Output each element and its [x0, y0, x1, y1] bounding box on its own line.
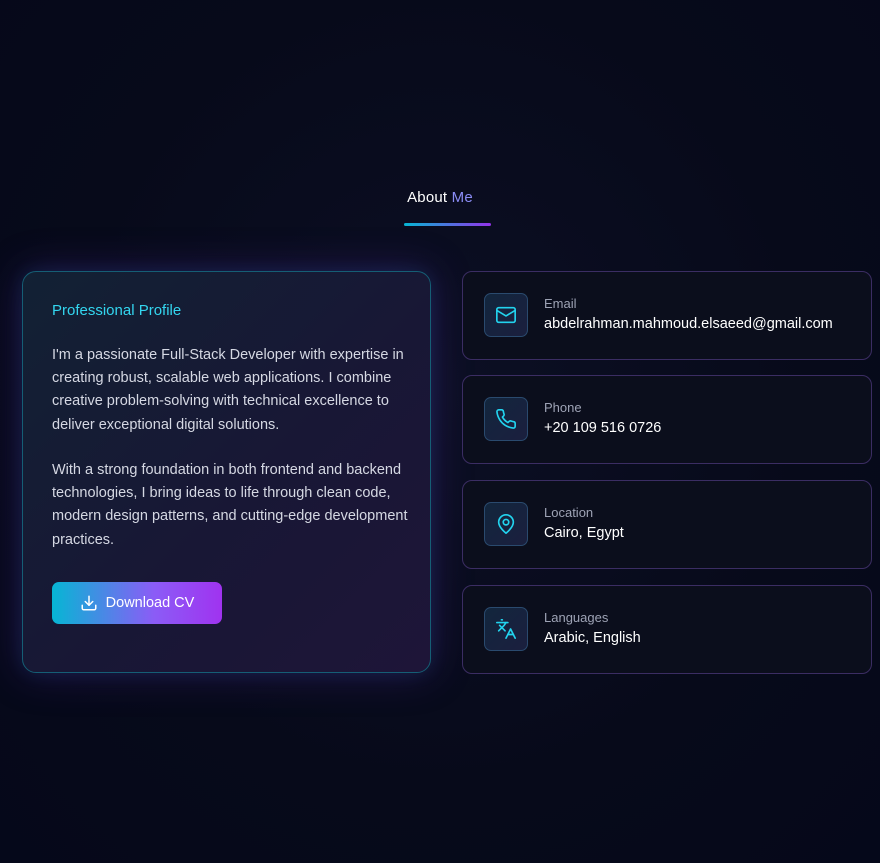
download-icon [80, 594, 98, 612]
contact-card-email: Email abdelrahman.mahmoud.elsaeed@gmail.… [462, 271, 872, 360]
download-cv-label: Download CV [105, 595, 195, 611]
contact-value-phone: +20 109 516 0726 [544, 420, 662, 436]
contact-label-email: Email [544, 296, 577, 311]
section-title-about: About [407, 189, 448, 206]
map-pin-icon [484, 502, 528, 546]
contact-label-languages: Languages [544, 610, 609, 625]
contact-card-languages: Languages Arabic, English [462, 585, 872, 674]
download-cv-button[interactable]: Download CV [52, 582, 222, 624]
contact-card-phone: Phone +20 109 516 0726 [462, 375, 872, 464]
profile-paragraph-1: I'm a passionate Full-Stack Developer wi… [52, 347, 404, 433]
phone-icon [484, 397, 528, 441]
section-title: About Me [0, 189, 880, 206]
contact-card-location: Location Cairo, Egypt [462, 480, 872, 569]
translate-icon [484, 607, 528, 651]
contact-value-email: abdelrahman.mahmoud.elsaeed@gmail.com [544, 316, 833, 332]
section-title-me: Me [451, 189, 473, 206]
mail-icon [484, 293, 528, 337]
profile-paragraph-2: With a strong foundation in both fronten… [52, 462, 408, 548]
contact-label-location: Location [544, 505, 594, 520]
contact-value-languages: Arabic, English [544, 630, 641, 646]
contact-label-phone: Phone [544, 400, 582, 415]
profile-card: Professional Profile I'm a passionate Fu… [22, 271, 431, 673]
title-underline [404, 223, 491, 226]
contact-value-location: Cairo, Egypt [544, 525, 624, 541]
profile-heading: Professional Profile [52, 302, 182, 319]
